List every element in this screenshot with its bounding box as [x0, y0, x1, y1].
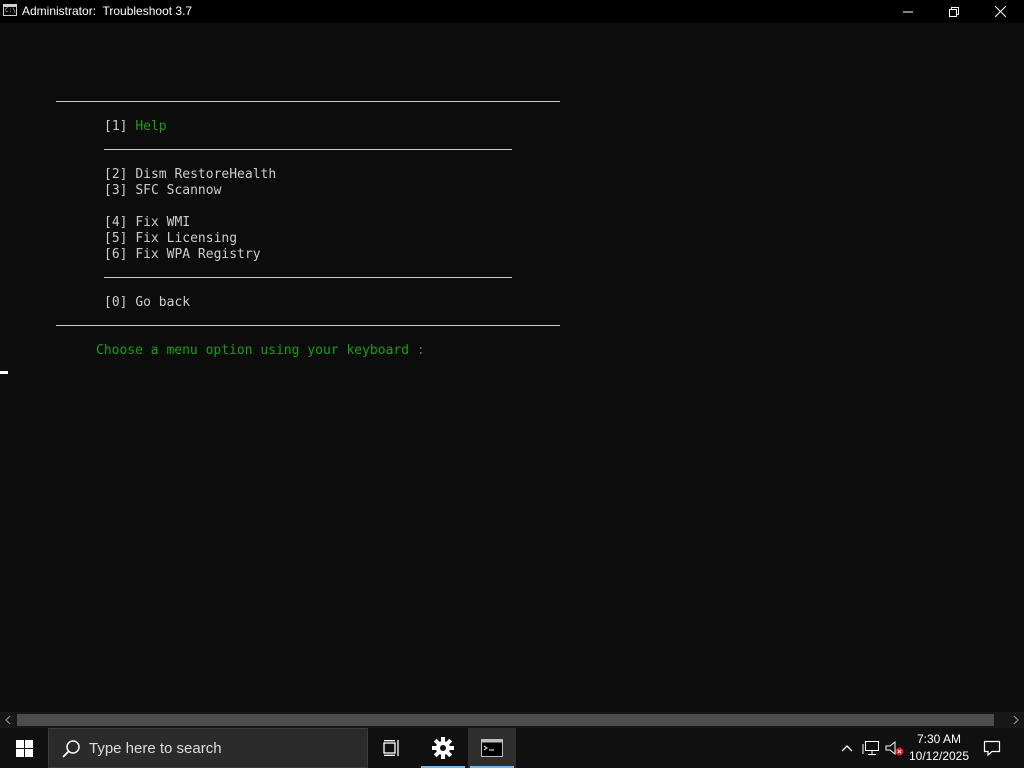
menu-item-dism: [2] Dism RestoreHealth — [104, 167, 277, 182]
console-output[interactable]: [1] Help [2] Dism RestoreHealth [3] SFC … — [0, 23, 1024, 712]
divider-inner — [104, 277, 512, 278]
window-title: Administrator: Troubleshoot 3.7 — [22, 4, 193, 18]
minimize-button[interactable] — [885, 0, 931, 23]
restore-button[interactable] — [931, 0, 977, 23]
menu-item-help: [1] Help — [104, 119, 167, 134]
close-button[interactable] — [977, 0, 1023, 23]
horizontal-scrollbar[interactable] — [0, 712, 1024, 728]
minimize-icon — [903, 11, 913, 12]
restore-icon — [949, 6, 959, 17]
scroll-left-button[interactable] — [0, 712, 16, 728]
chevron-right-icon — [1013, 716, 1019, 724]
taskbar-clock[interactable]: 7:30 AM 10/12/2025 — [905, 731, 973, 765]
close-icon — [994, 6, 1006, 17]
volume-muted-icon — [885, 740, 904, 756]
chevron-up-icon — [841, 745, 853, 752]
clock-date: 10/12/2025 — [908, 749, 970, 763]
settings-icon — [432, 737, 454, 759]
menu-item-fix-licensing: [5] Fix Licensing — [104, 231, 238, 246]
menu-item-fix-wpa: [6] Fix WPA Registry — [104, 247, 261, 262]
scrollbar-thumb[interactable] — [17, 714, 994, 726]
search-icon — [62, 740, 80, 758]
menu-item-fix-wmi: [4] Fix WMI — [104, 215, 191, 230]
menu-item-go-back: [0] Go back — [104, 295, 191, 310]
search-box[interactable]: Type here to search — [48, 728, 368, 768]
notification-center-button[interactable] — [980, 728, 1004, 768]
divider-bottom — [56, 325, 560, 326]
show-hidden-icons-button[interactable] — [838, 728, 856, 768]
scroll-right-button[interactable] — [1008, 712, 1024, 728]
taskbar: Type here to search 7:30 AM 10/12/2025 — [0, 728, 1024, 768]
menu-prompt: Choose a menu option using your keyboard… — [96, 343, 425, 358]
divider-top — [56, 101, 560, 102]
divider-inner — [104, 149, 512, 150]
chevron-left-icon — [5, 716, 11, 724]
cmd-icon — [481, 739, 503, 757]
menu-item-sfc: [3] SFC Scannow — [104, 183, 222, 198]
task-view-icon — [383, 740, 399, 756]
task-view-button[interactable] — [368, 728, 416, 768]
notification-icon — [983, 740, 1001, 756]
network-icon — [862, 741, 879, 755]
cmd-taskbar-button[interactable] — [468, 728, 516, 768]
start-button[interactable] — [0, 728, 48, 768]
search-placeholder: Type here to search — [89, 740, 222, 757]
text-cursor — [0, 371, 8, 374]
cmd-icon: C:\ — [3, 4, 17, 16]
volume-button[interactable] — [884, 728, 906, 768]
clock-time: 7:30 AM — [916, 732, 962, 746]
settings-taskbar-button[interactable] — [419, 728, 467, 768]
network-button[interactable] — [860, 728, 882, 768]
windows-logo-icon — [15, 739, 33, 757]
title-bar[interactable]: C:\ Administrator: Troubleshoot 3.7 — [0, 0, 1024, 23]
